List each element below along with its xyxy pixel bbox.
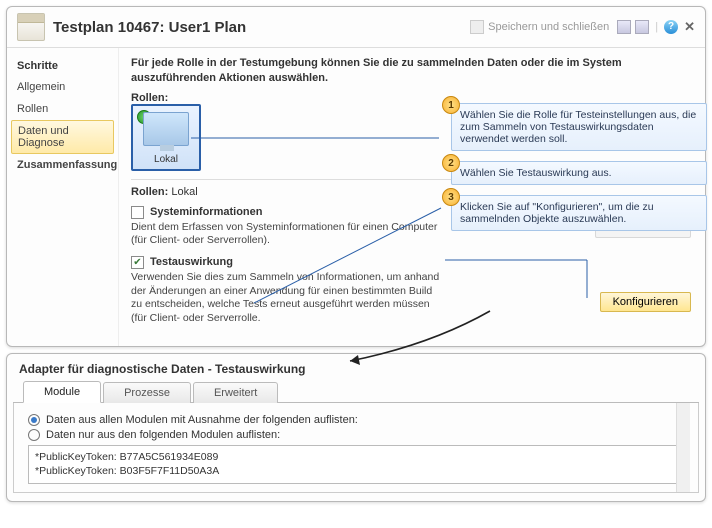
callout-2: 2 Wählen Sie Testauswirkung aus. [451, 161, 707, 185]
separator: | [655, 21, 658, 33]
callout-text-2: Wählen Sie Testauswirkung aus. [460, 167, 612, 179]
callout-text-1: Wählen Sie die Rolle für Testeinstellung… [460, 109, 696, 145]
radio-selected-icon[interactable] [28, 414, 40, 426]
tab-erweitert[interactable]: Erweitert [193, 382, 278, 403]
impact-title: Testauswirkung [150, 256, 233, 268]
help-icon[interactable]: ? [664, 20, 678, 34]
tab-content: Daten aus allen Modulen mit Ausnahme der… [14, 403, 698, 492]
radio-row-2[interactable]: Daten nur aus den folgenden Modulen aufl… [28, 429, 684, 441]
close-icon[interactable]: ✕ [684, 19, 695, 35]
checkbox-checked-icon[interactable] [131, 256, 144, 269]
save-close-icon [470, 20, 484, 34]
token-item: *PublicKeyToken: B77A5C561934E089 [35, 450, 677, 465]
sidebar-item-rollen[interactable]: Rollen [7, 98, 118, 120]
role-caption: Lokal [137, 154, 195, 165]
monitor-icon [143, 112, 189, 146]
radio-unselected-icon[interactable] [28, 429, 40, 441]
token-item: *PublicKeyToken: B03F5F7F11D50A3A [35, 464, 677, 479]
sidebar-item-allgemein[interactable]: Allgemein [7, 76, 118, 98]
adapter-tabs: Module Prozesse Erweitert [13, 380, 699, 403]
callout-text-3: Klicken Sie auf "Konfigurieren", um die … [460, 201, 654, 225]
sysinfo-title: Systeminformationen [150, 206, 262, 218]
scrollbar[interactable] [676, 403, 690, 492]
sidebar-heading: Schritte [7, 56, 118, 76]
tab-prozesse[interactable]: Prozesse [103, 382, 191, 403]
callouts: 1 Wählen Sie die Rolle für Testeinstellu… [451, 103, 707, 241]
panel-title: Testplan 10467: User1 Plan [53, 19, 246, 36]
sidebar-item-zusammenfassung[interactable]: Zusammenfassung [7, 154, 118, 176]
save-close-label: Speichern und schließen [488, 21, 609, 33]
callout-1: 1 Wählen Sie die Rolle für Testeinstellu… [451, 103, 707, 151]
impact-row[interactable]: Testauswirkung [131, 256, 693, 269]
callout-badge-2: 2 [442, 154, 460, 172]
steps-sidebar: Schritte Allgemein Rollen Daten und Diag… [7, 48, 119, 346]
role-tile-lokal[interactable]: Lokal [131, 104, 201, 171]
save-all-icon[interactable] [635, 20, 649, 34]
configure-button[interactable]: Konfigurieren [600, 292, 691, 312]
token-list[interactable]: *PublicKeyToken: B77A5C561934E089 *Publi… [28, 445, 684, 484]
adapter-panel: Adapter für diagnostische Daten - Testau… [6, 353, 706, 502]
callout-3: 3 Klicken Sie auf "Konfigurieren", um di… [451, 195, 707, 231]
sidebar-item-daten-diagnose[interactable]: Daten und Diagnose [11, 120, 114, 154]
sysinfo-desc: Dient dem Erfassen von Systeminformation… [131, 221, 441, 248]
panel-header: Testplan 10467: User1 Plan Speichern und… [7, 7, 705, 48]
callout-badge-1: 1 [442, 96, 460, 114]
notepad-icon [17, 13, 45, 41]
radio1-label: Daten aus allen Modulen mit Ausnahme der… [46, 414, 358, 426]
save-and-close-button[interactable]: Speichern und schließen [470, 20, 609, 34]
tab-module[interactable]: Module [23, 381, 101, 403]
checkbox-unchecked-icon[interactable] [131, 206, 144, 219]
roles-selected-value: Lokal [171, 186, 197, 198]
save-icon[interactable] [617, 20, 631, 34]
radio-row-1[interactable]: Daten aus allen Modulen mit Ausnahme der… [28, 414, 684, 426]
callout-badge-3: 3 [442, 188, 460, 206]
adapter-title: Adapter für diagnostische Daten - Testau… [7, 354, 705, 380]
roles-selected-label: Rollen: [131, 186, 168, 198]
intro-text: Für jede Rolle in der Testumgebung könne… [131, 56, 693, 86]
impact-desc: Verwenden Sie dies zum Sammeln von Infor… [131, 271, 441, 326]
radio2-label: Daten nur aus den folgenden Modulen aufl… [46, 429, 280, 441]
testplan-panel: Testplan 10467: User1 Plan Speichern und… [6, 6, 706, 347]
roles-label: Rollen: [131, 92, 693, 104]
